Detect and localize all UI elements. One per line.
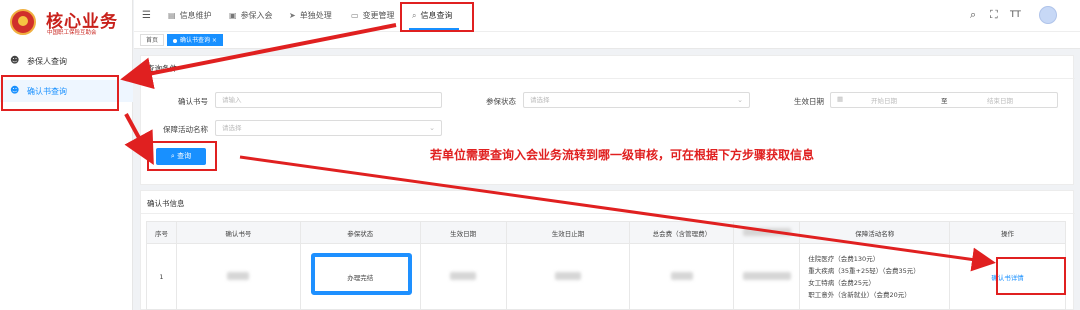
- tab-label: 确认书查询: [180, 37, 211, 44]
- results-table: 序号 确认书号 参保状态 生效日期 生效日止期 总会费（含管理费） 保障活动名称…: [146, 221, 1066, 310]
- confirm-no-label: 确认书号: [178, 97, 208, 106]
- col-index: 序号: [146, 221, 177, 244]
- monitor-icon: ▭: [351, 11, 359, 20]
- activity-select[interactable]: 请选择 ⌄: [215, 120, 442, 136]
- redacted-text: [742, 271, 791, 280]
- annotation-text: 若单位需要查询入会业务流转到哪一级审核，可在根据下方步骤获取信息: [430, 148, 815, 162]
- brand-logo: 核心业务 中国职工保险互助会: [0, 0, 133, 40]
- document-icon: ▤: [168, 11, 176, 20]
- chevron-down-icon: ⌄: [737, 96, 743, 104]
- nav-label: 信息维护: [179, 11, 212, 20]
- activity-line: 住院医疗（会费130元）: [808, 254, 880, 263]
- status-label: 参保状态: [486, 97, 516, 106]
- active-dot-icon: [173, 38, 177, 43]
- avatar[interactable]: [1039, 6, 1057, 24]
- table-header-row: 序号 确认书号 参保状态 生效日期 生效日止期 总会费（含管理费） 保障活动名称…: [146, 221, 1066, 244]
- col-effective-date: 生效日期: [419, 221, 507, 244]
- send-icon: ➤: [289, 11, 296, 20]
- table-row: 1 办理完结 住院医疗（会费130元） 重大疾病（35重+25轻）（会费35元）…: [146, 243, 1066, 310]
- search-panel-title: 查询条件: [147, 64, 177, 73]
- nav-info-maintenance[interactable]: ▤ 信息维护: [168, 10, 212, 21]
- search-icon[interactable]: ⌕: [970, 8, 976, 22]
- col-activity: 保障活动名称: [799, 221, 951, 244]
- redacted-text: [227, 271, 250, 280]
- divider: [141, 213, 1075, 214]
- nav-enrollment[interactable]: ▣ 参保入会: [229, 10, 273, 21]
- activity-label: 保障活动名称: [163, 125, 208, 134]
- effective-date-label: 生效日期: [794, 97, 824, 106]
- col-action: 操作: [949, 221, 1066, 244]
- nav-single-processing[interactable]: ➤ 单独处理: [289, 10, 332, 21]
- fullscreen-icon[interactable]: ⛶: [990, 8, 998, 22]
- nav-label: 单独处理: [299, 11, 332, 20]
- highlight-info-query-box: [400, 2, 474, 32]
- activity-line: 重大疾病（35重+25轻）（会费35元）: [808, 266, 920, 275]
- nav-change-management[interactable]: ▭ 变更管理: [351, 10, 395, 21]
- cell-activity: 住院医疗（会费130元） 重大疾病（35重+25轻）（会费35元） 女工特病（会…: [799, 243, 951, 310]
- calendar-icon: ▦: [837, 95, 844, 103]
- cell-effective-date: [419, 243, 507, 310]
- cell-index: 1: [146, 243, 177, 310]
- status-placeholder: 请选择: [530, 96, 550, 104]
- cell-confirm-no: [175, 243, 301, 310]
- font-size-icon[interactable]: TT: [1010, 10, 1021, 20]
- sidebar: 核心业务 中国职工保险互助会 ☻ 参保人查询 ☻ 确认书查询: [0, 0, 133, 310]
- tab-label: 首页: [146, 37, 159, 44]
- activity-line: 职工意外（含新就业）（会费20元）: [808, 290, 911, 299]
- redacted-text: [670, 271, 693, 280]
- results-panel-title: 确认书信息: [147, 199, 185, 208]
- logo-emblem-icon: [10, 9, 36, 35]
- users-icon: ☻: [10, 56, 20, 66]
- highlight-sidebar-confirm-box: [1, 75, 119, 111]
- cell-redacted: [733, 243, 801, 310]
- col-effective-end: 生效日止期: [505, 221, 631, 244]
- redacted-text: [555, 271, 581, 280]
- redacted-text: [742, 227, 791, 236]
- tab-confirmation-query[interactable]: 确认书查询 ×: [167, 34, 223, 46]
- top-navbar: ☰ ▤ 信息维护 ▣ 参保入会 ➤ 单独处理 ▭ 变更管理 ⌕ 信息查询 ⌕ ⛶…: [134, 0, 1080, 32]
- highlight-status-box: [311, 253, 412, 295]
- nav-label: 参保入会: [240, 11, 273, 20]
- chevron-down-icon: ⌄: [429, 124, 435, 132]
- col-confirm-no: 确认书号: [175, 221, 301, 244]
- end-date-input[interactable]: 结束日期: [987, 95, 1013, 105]
- highlight-detail-link-box: [996, 257, 1066, 295]
- menu-toggle-icon[interactable]: ☰: [142, 10, 151, 21]
- sidebar-item-insured-query[interactable]: ☻ 参保人查询: [0, 50, 133, 72]
- activity-placeholder: 请选择: [222, 124, 242, 132]
- highlight-query-button-box: [147, 141, 217, 171]
- range-separator: 至: [941, 97, 948, 105]
- confirm-no-input[interactable]: 请输入: [215, 92, 442, 108]
- col-redacted: [733, 221, 801, 244]
- activity-line: 女工特病（会费25元）: [808, 278, 876, 287]
- sidebar-item-label: 参保人查询: [27, 56, 67, 66]
- cell-effective-end: [505, 243, 631, 310]
- redacted-text: [450, 271, 477, 280]
- start-date-input[interactable]: 开始日期: [871, 95, 897, 105]
- status-select[interactable]: 请选择 ⌄: [523, 92, 750, 108]
- col-total-fee: 总会费（含管理费）: [629, 221, 735, 244]
- folder-icon: ▣: [229, 11, 237, 20]
- tab-home[interactable]: 首页: [140, 34, 165, 46]
- tab-bar: 首页 确认书查询 ×: [134, 32, 1080, 49]
- nav-label: 变更管理: [362, 11, 395, 20]
- col-status: 参保状态: [299, 221, 421, 244]
- divider: [141, 78, 1075, 79]
- brand-subtitle: 中国职工保险互助会: [47, 30, 97, 36]
- effective-date-range[interactable]: ▦ 开始日期 至 结束日期: [830, 92, 1058, 108]
- cell-total-fee: [629, 243, 735, 310]
